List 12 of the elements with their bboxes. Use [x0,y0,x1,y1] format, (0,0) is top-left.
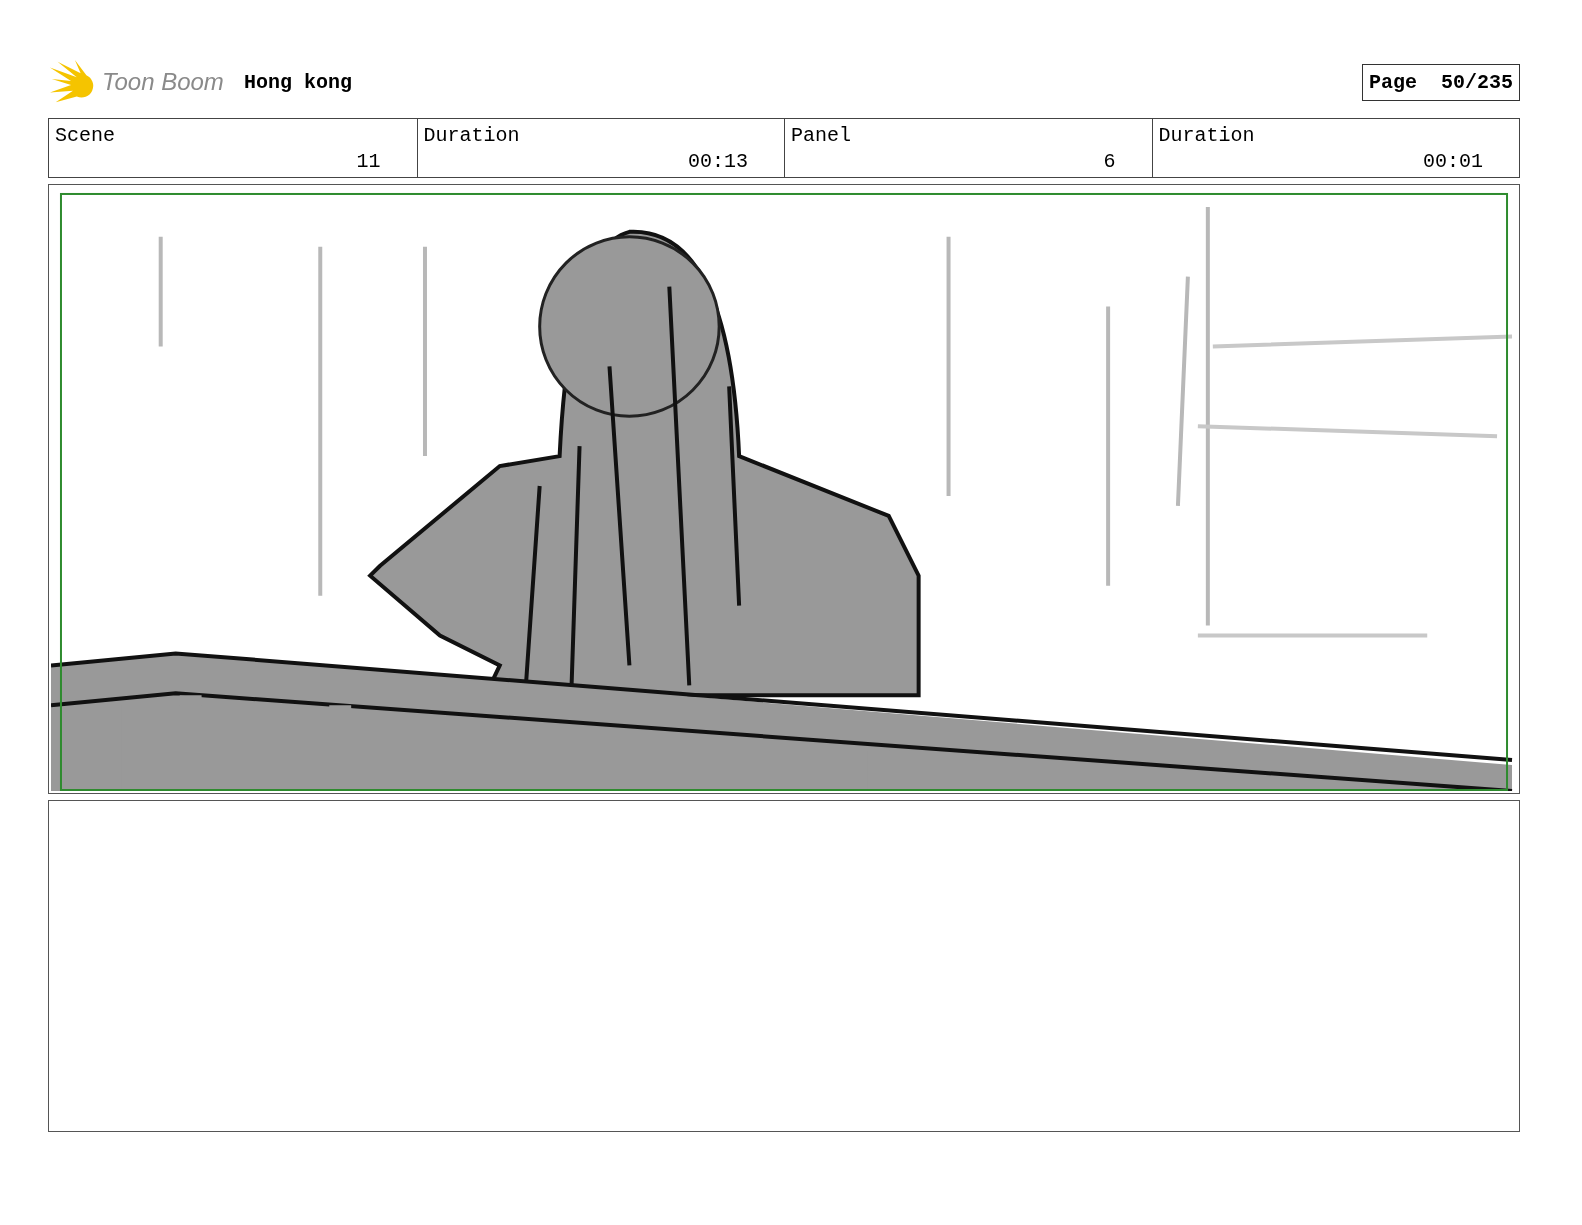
field-value: 11 [355,149,381,175]
field-value: 00:13 [687,149,748,175]
project-title: Hong kong [243,70,352,94]
page-number: 50/235 [1441,70,1513,94]
page-label: Page [1368,70,1417,94]
field-value: 6 [1102,149,1116,175]
field-label: Duration [423,123,521,149]
field-label: Panel [791,123,852,149]
field-label: Duration [1158,123,1256,149]
logo-text: Toon Boom [102,68,224,96]
field-value: 00:01 [1422,149,1483,175]
field-label: Scene [55,123,116,149]
